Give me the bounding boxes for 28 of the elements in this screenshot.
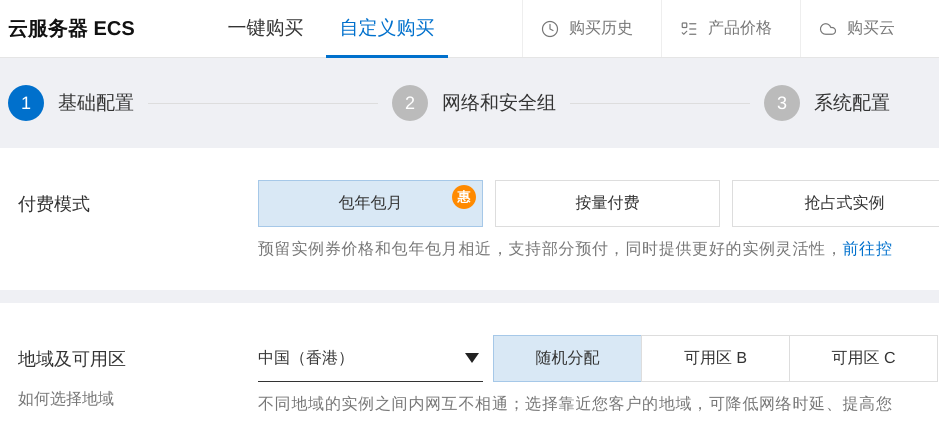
billing-option[interactable]: 按量付费: [495, 180, 720, 227]
billing-option[interactable]: 包年包月 惠: [258, 180, 483, 227]
zone-option[interactable]: 随机分配: [493, 335, 642, 382]
console-link[interactable]: 前往控: [842, 241, 893, 258]
zone-option[interactable]: 可用区 B: [641, 335, 790, 382]
zone-option[interactable]: 可用区 C: [789, 335, 938, 382]
list-icon: [680, 20, 698, 38]
billing-description: 预留实例券价格和包年包月相近，支持部分预付，同时提供更好的实例灵活性，前往控: [258, 240, 894, 260]
page-title: 云服务器 ECS: [7, 17, 136, 42]
help-link[interactable]: 如何选择地域: [18, 389, 258, 410]
region-select[interactable]: 中国（香港）: [258, 335, 483, 382]
step-number: 3: [764, 85, 800, 121]
discount-badge: 惠: [452, 185, 476, 209]
dropdown-arrow-icon: [465, 353, 479, 363]
field-label: 付费模式: [18, 193, 91, 216]
step-number: 2: [392, 85, 428, 121]
step-label: 系统配置: [814, 92, 890, 116]
step-number: 1: [8, 85, 44, 121]
header-link[interactable]: 购买云: [800, 0, 939, 57]
field-label: 地域及可用区: [18, 348, 127, 371]
region-description: 不同地域的实例之间内网互不相通；选择靠近您客户的地域，可降低网络时延、提高您: [258, 394, 894, 415]
clock-icon: [541, 20, 560, 38]
step-label: 基础配置: [58, 92, 134, 116]
purchase-tab[interactable]: 一键购买: [204, 0, 326, 58]
billing-option[interactable]: 抢占式实例: [732, 180, 939, 227]
header-link[interactable]: 产品价格: [661, 0, 800, 57]
step-label: 网络和安全组: [442, 92, 556, 116]
header-link[interactable]: 购买历史: [522, 0, 662, 57]
